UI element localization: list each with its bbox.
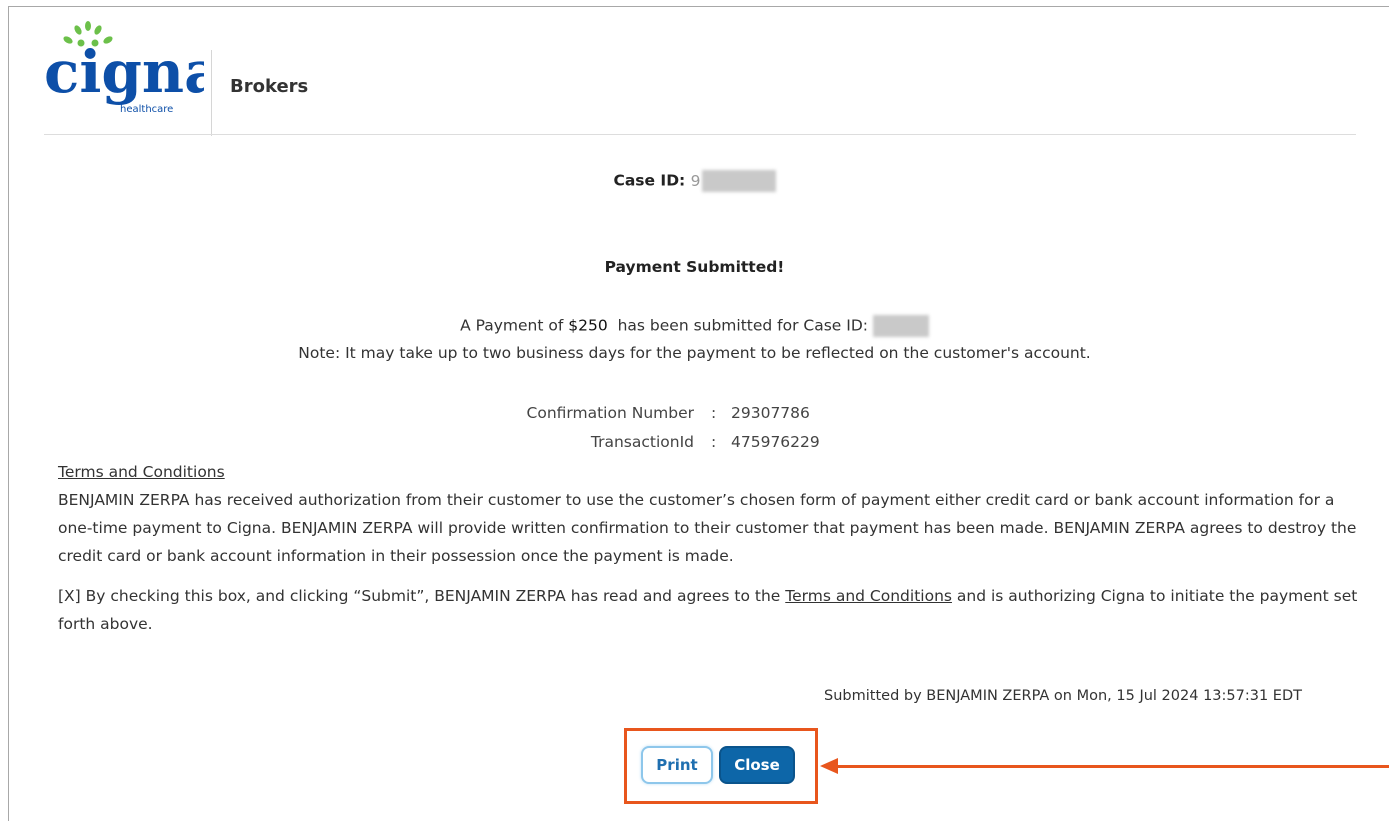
header-title: Brokers xyxy=(230,76,309,97)
confirmation-number-label: Confirmation Number xyxy=(526,404,694,422)
terms-link[interactable]: Terms and Conditions xyxy=(785,587,952,605)
confirmation-number-row: Confirmation Number : 29307786 xyxy=(526,404,810,422)
cigna-logo[interactable]: cigna healthcare xyxy=(44,16,204,126)
case-id-redaction-2 xyxy=(872,315,929,337)
terms-section: Terms and Conditions BENJAMIN ZERPA has … xyxy=(58,458,1358,638)
terms-paragraph: BENJAMIN ZERPA has received authorizatio… xyxy=(58,491,1357,565)
header-separator xyxy=(44,134,1356,135)
case-id-redaction xyxy=(701,170,776,192)
header: cigna healthcare Brokers xyxy=(44,14,1356,136)
case-id-value: 9 xyxy=(691,170,776,192)
svg-text:cigna: cigna xyxy=(44,38,204,106)
submitted-by-text: Submitted by BENJAMIN ZERPA on Mon, 15 J… xyxy=(824,688,1302,704)
header-divider xyxy=(211,50,212,136)
svg-text:healthcare: healthcare xyxy=(120,104,173,115)
confirmation-number-value: 29307786 xyxy=(731,404,810,422)
consent-paragraph: [X] By checking this box, and clicking “… xyxy=(58,587,1358,633)
transaction-id-row: TransactionId : 475976229 xyxy=(590,433,820,451)
transaction-id-label: TransactionId xyxy=(590,433,694,451)
terms-heading: Terms and Conditions xyxy=(58,463,225,481)
payment-amount: $250 xyxy=(568,316,608,335)
close-button[interactable]: Close xyxy=(719,746,795,784)
payment-heading: Payment Submitted! xyxy=(604,258,785,276)
transaction-id-value: 475976229 xyxy=(731,433,820,451)
print-button[interactable]: Print xyxy=(641,746,713,784)
payment-line: A Payment of $250 has been submitted for… xyxy=(0,315,1389,337)
case-id-label: Case ID: xyxy=(613,171,686,190)
case-id-row: Case ID: 9 xyxy=(0,170,1389,192)
payment-note: Note: It may take up to two business day… xyxy=(298,344,1091,362)
annotation-arrow-line xyxy=(836,765,1389,768)
